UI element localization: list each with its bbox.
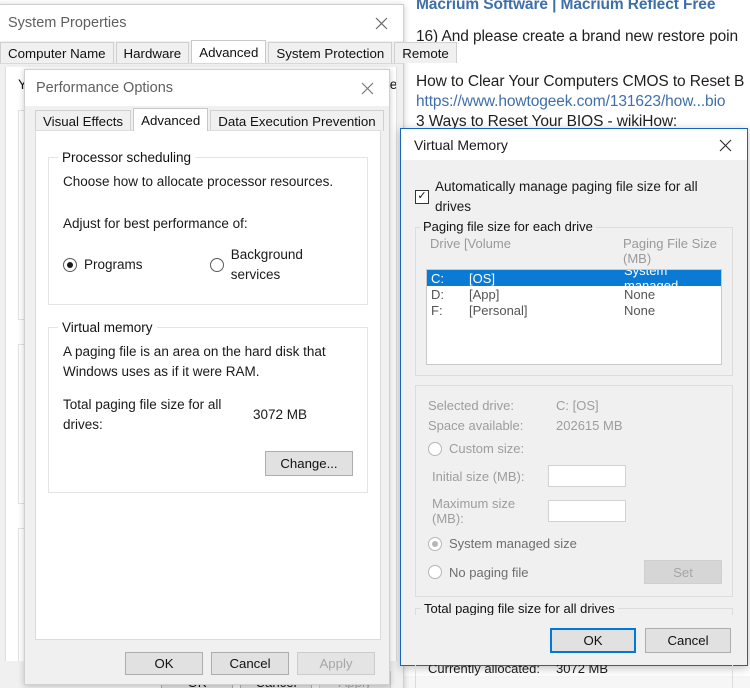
auto-manage-checkbox-row[interactable]: ✓ Automatically manage paging file size … bbox=[415, 177, 733, 216]
po-ok-button[interactable]: OK bbox=[125, 651, 203, 675]
space-available-row: Space available: 202615 MB bbox=[428, 418, 722, 433]
row-drive: F: bbox=[431, 302, 443, 318]
column-paging-file-size: Paging File Size (MB) bbox=[623, 236, 717, 267]
row-size: None bbox=[624, 302, 656, 318]
paging-per-drive-legend: Paging file size for each drive bbox=[420, 219, 596, 235]
system-properties-title: System Properties bbox=[8, 15, 127, 31]
virtual-memory-legend: Virtual memory bbox=[58, 320, 157, 336]
tab-po-advanced[interactable]: Advanced bbox=[133, 108, 209, 131]
column-drive-volume: Drive [Volume bbox=[430, 236, 511, 252]
check-icon: ✓ bbox=[417, 190, 427, 203]
processor-scheduling-description: Choose how to allocate processor resourc… bbox=[63, 174, 334, 189]
initial-size-input[interactable] bbox=[548, 465, 626, 488]
auto-manage-label: Automatically manage paging file size fo… bbox=[435, 179, 698, 214]
virtual-memory-footer: OK Cancel bbox=[401, 615, 747, 665]
virtual-memory-title: Virtual Memory bbox=[414, 136, 508, 153]
maximum-size-input[interactable] bbox=[548, 500, 626, 523]
vm-ok-button[interactable]: OK bbox=[550, 627, 636, 653]
maximum-size-row[interactable]: Maximum size (MB): bbox=[428, 496, 722, 526]
selected-drive-label: Selected drive: bbox=[428, 398, 514, 414]
space-available-value: 202615 MB bbox=[556, 418, 623, 434]
radio-system-managed-indicator bbox=[428, 536, 442, 551]
radio-system-managed-size[interactable]: System managed size bbox=[428, 536, 722, 551]
virtual-memory-titlebar: Virtual Memory bbox=[401, 129, 747, 161]
tab-data-execution-prevention[interactable]: Data Execution Prevention bbox=[210, 110, 384, 131]
radio-background-services-indicator bbox=[209, 257, 224, 272]
bg-line-howtogeek-link[interactable]: https://www.howtogeek.com/131623/how...b… bbox=[416, 93, 726, 111]
selected-drive-row: Selected drive: C: [OS] bbox=[428, 398, 722, 413]
virtual-memory-description: A paging file is an area on the hard dis… bbox=[63, 344, 326, 379]
adjust-for-best-performance-label: Adjust for best performance of: bbox=[63, 215, 248, 231]
radio-custom-size-label: Custom size: bbox=[449, 441, 525, 457]
close-icon[interactable] bbox=[703, 129, 747, 161]
processor-scheduling-legend: Processor scheduling bbox=[58, 150, 196, 165]
virtual-memory-group: Virtual memory A paging file is an area … bbox=[48, 320, 368, 493]
radio-background-services[interactable]: Background services bbox=[209, 245, 353, 284]
po-cancel-button[interactable]: Cancel bbox=[211, 651, 289, 675]
table-row[interactable]: C: [OS] System managed bbox=[427, 270, 721, 293]
bg-line-cmos-heading: How to Clear Your Computers CMOS to Rese… bbox=[416, 73, 745, 90]
radio-no-paging-file-label: No paging file bbox=[449, 564, 529, 580]
tab-advanced[interactable]: Advanced bbox=[191, 40, 267, 63]
initial-size-label: Initial size (MB): bbox=[432, 468, 525, 484]
close-icon[interactable] bbox=[345, 70, 389, 106]
bg-line-site-title: Macrium Software | Macrium Reflect Free bbox=[416, 0, 716, 13]
table-row[interactable]: D: [App] None bbox=[427, 286, 721, 302]
row-size: None bbox=[624, 286, 656, 302]
performance-options-title: Performance Options bbox=[36, 80, 174, 96]
selected-drive-group: Selected drive: C: [OS] Space available:… bbox=[415, 385, 733, 598]
selected-drive-value: C: [OS] bbox=[556, 398, 599, 414]
row-drive: C: bbox=[431, 270, 444, 286]
processor-scheduling-group: Processor scheduling Choose how to alloc… bbox=[48, 150, 368, 306]
radio-system-managed-label: System managed size bbox=[449, 536, 577, 552]
no-paging-file-row[interactable]: No paging file Set bbox=[428, 560, 722, 585]
radio-no-paging-file-indicator bbox=[428, 565, 442, 580]
performance-options-tabs[interactable]: Visual Effects Advanced Data Execution P… bbox=[35, 108, 386, 131]
radio-custom-size[interactable]: Custom size: bbox=[428, 441, 722, 456]
drive-list-header: Drive [Volume Paging File Size (MB) bbox=[426, 236, 722, 269]
space-available-label: Space available: bbox=[428, 418, 524, 434]
screen: Macrium Software | Macrium Reflect Free … bbox=[0, 0, 750, 688]
totals-legend: Total paging file size for all drives bbox=[421, 601, 618, 617]
performance-options-panel: Processor scheduling Choose how to alloc… bbox=[35, 130, 381, 640]
radio-programs-indicator bbox=[63, 257, 77, 272]
system-properties-titlebar: System Properties bbox=[0, 5, 403, 41]
table-row[interactable]: F: [Personal] None bbox=[427, 302, 721, 318]
initial-size-row[interactable]: Initial size (MB): bbox=[428, 465, 722, 488]
tab-computer-name[interactable]: Computer Name bbox=[0, 42, 114, 63]
po-apply-button: Apply bbox=[297, 651, 375, 675]
tab-remote[interactable]: Remote bbox=[394, 42, 457, 63]
total-paging-file-value: 3072 MB bbox=[253, 407, 308, 423]
row-volume: [OS] bbox=[469, 270, 496, 286]
radio-custom-size-indicator bbox=[428, 441, 442, 456]
radio-programs[interactable]: Programs bbox=[63, 255, 210, 275]
drive-listbox[interactable]: C: [OS] System managed D: [App] None F: … bbox=[426, 269, 722, 366]
virtual-memory-window[interactable]: Virtual Memory ✓ Automatically manage pa… bbox=[400, 128, 748, 688]
radio-background-services-label: Background services bbox=[230, 247, 303, 282]
auto-manage-checkbox[interactable]: ✓ bbox=[415, 189, 429, 204]
vm-cancel-button[interactable]: Cancel bbox=[645, 627, 731, 653]
row-volume: [App] bbox=[469, 286, 500, 302]
row-drive: D: bbox=[431, 286, 444, 302]
bg-line-step-16: 16) And please create a brand new restor… bbox=[416, 28, 738, 45]
tab-visual-effects[interactable]: Visual Effects bbox=[35, 110, 132, 131]
set-button: Set bbox=[644, 560, 722, 585]
maximum-size-label: Maximum size (MB): bbox=[432, 496, 516, 527]
change-button[interactable]: Change... bbox=[265, 450, 353, 476]
performance-options-footer: OK Cancel Apply bbox=[25, 642, 389, 684]
performance-options-titlebar: Performance Options bbox=[25, 70, 389, 106]
close-icon[interactable] bbox=[359, 5, 403, 41]
paging-per-drive-group: Paging file size for each drive Drive [V… bbox=[415, 219, 733, 377]
system-properties-tabs[interactable]: Computer Name Hardware Advanced System P… bbox=[0, 40, 457, 64]
row-volume: [Personal] bbox=[469, 302, 528, 318]
performance-options-window[interactable]: Performance Options Visual Effects Advan… bbox=[24, 69, 390, 685]
tab-hardware[interactable]: Hardware bbox=[115, 42, 190, 63]
total-paging-file-label: Total paging file size for all drives: bbox=[63, 397, 222, 432]
virtual-memory-body: ✓ Automatically manage paging file size … bbox=[401, 161, 747, 688]
radio-programs-label: Programs bbox=[84, 256, 143, 272]
tab-system-protection[interactable]: System Protection bbox=[268, 42, 393, 63]
